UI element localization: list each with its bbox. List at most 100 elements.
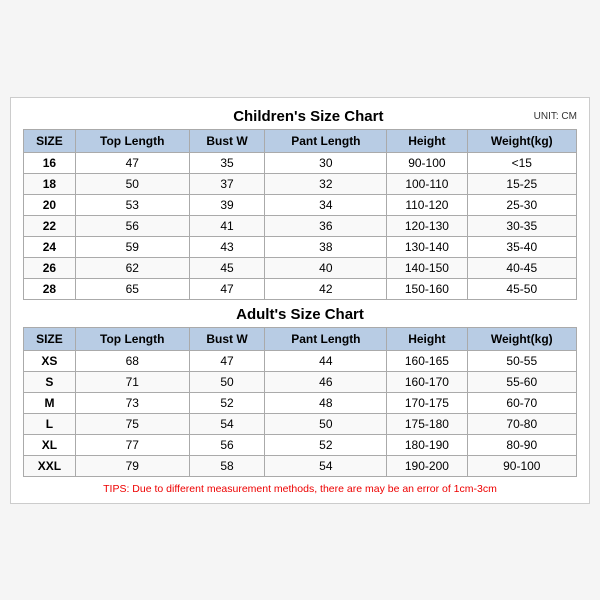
adults-col-pant-length: Pant Length: [265, 327, 387, 350]
table-row: 26624540140-15040-45: [24, 257, 577, 278]
table-cell: 40: [265, 257, 387, 278]
table-cell: 47: [189, 278, 265, 299]
table-cell: 48: [265, 392, 387, 413]
table-cell: 100-110: [387, 173, 467, 194]
table-cell: 140-150: [387, 257, 467, 278]
table-cell: 73: [75, 392, 189, 413]
table-cell: 36: [265, 215, 387, 236]
adults-col-size: SIZE: [24, 327, 76, 350]
table-cell: 55-60: [467, 371, 576, 392]
children-header-row: SIZE Top Length Bust W Pant Length Heigh…: [24, 129, 577, 152]
table-cell: 50: [75, 173, 189, 194]
table-row: 18503732100-11015-25: [24, 173, 577, 194]
adults-col-height: Height: [387, 327, 467, 350]
chart-container: Children's Size Chart UNIT: CM SIZE Top …: [10, 97, 590, 504]
children-title: Children's Size Chart: [83, 108, 534, 125]
table-cell: 71: [75, 371, 189, 392]
table-cell: 53: [75, 194, 189, 215]
adults-col-weight: Weight(kg): [467, 327, 576, 350]
table-cell: 46: [265, 371, 387, 392]
table-cell: L: [24, 413, 76, 434]
table-cell: 70-80: [467, 413, 576, 434]
table-cell: 75: [75, 413, 189, 434]
table-cell: 45-50: [467, 278, 576, 299]
table-cell: 40-45: [467, 257, 576, 278]
table-cell: 42: [265, 278, 387, 299]
table-cell: 58: [189, 455, 265, 476]
table-cell: 24: [24, 236, 76, 257]
table-cell: 37: [189, 173, 265, 194]
table-row: S715046160-17055-60: [24, 371, 577, 392]
table-cell: 54: [189, 413, 265, 434]
table-cell: 41: [189, 215, 265, 236]
table-cell: M: [24, 392, 76, 413]
table-cell: 52: [265, 434, 387, 455]
children-col-bust: Bust W: [189, 129, 265, 152]
table-cell: 35-40: [467, 236, 576, 257]
adults-table: SIZE Top Length Bust W Pant Length Heigh…: [23, 327, 577, 477]
children-col-weight: Weight(kg): [467, 129, 576, 152]
table-cell: XL: [24, 434, 76, 455]
table-cell: 45: [189, 257, 265, 278]
table-cell: <15: [467, 152, 576, 173]
table-cell: 47: [189, 350, 265, 371]
table-cell: 65: [75, 278, 189, 299]
table-cell: 25-30: [467, 194, 576, 215]
table-cell: 39: [189, 194, 265, 215]
table-row: XXL795854190-20090-100: [24, 455, 577, 476]
table-cell: 32: [265, 173, 387, 194]
table-cell: XXL: [24, 455, 76, 476]
children-col-top-length: Top Length: [75, 129, 189, 152]
table-cell: 79: [75, 455, 189, 476]
table-row: 22564136120-13030-35: [24, 215, 577, 236]
table-row: 24594338130-14035-40: [24, 236, 577, 257]
table-cell: 20: [24, 194, 76, 215]
table-cell: 110-120: [387, 194, 467, 215]
table-cell: 52: [189, 392, 265, 413]
table-cell: 62: [75, 257, 189, 278]
table-cell: 43: [189, 236, 265, 257]
children-col-size: SIZE: [24, 129, 76, 152]
table-row: L755450175-18070-80: [24, 413, 577, 434]
adults-col-bust: Bust W: [189, 327, 265, 350]
children-col-pant-length: Pant Length: [265, 129, 387, 152]
adults-title-row: Adult's Size Chart: [23, 306, 577, 323]
table-cell: 30-35: [467, 215, 576, 236]
table-cell: 38: [265, 236, 387, 257]
table-cell: 35: [189, 152, 265, 173]
table-cell: 22: [24, 215, 76, 236]
children-unit: UNIT: CM: [534, 111, 577, 122]
table-cell: 56: [189, 434, 265, 455]
adults-col-top-length: Top Length: [75, 327, 189, 350]
table-cell: 170-175: [387, 392, 467, 413]
table-cell: 150-160: [387, 278, 467, 299]
table-row: M735248170-17560-70: [24, 392, 577, 413]
table-cell: 130-140: [387, 236, 467, 257]
table-cell: XS: [24, 350, 76, 371]
table-cell: S: [24, 371, 76, 392]
table-cell: 80-90: [467, 434, 576, 455]
table-cell: 180-190: [387, 434, 467, 455]
table-cell: 28: [24, 278, 76, 299]
table-cell: 44: [265, 350, 387, 371]
children-table: SIZE Top Length Bust W Pant Length Heigh…: [23, 129, 577, 300]
table-row: 1647353090-100<15: [24, 152, 577, 173]
table-cell: 16: [24, 152, 76, 173]
table-row: 28654742150-16045-50: [24, 278, 577, 299]
table-cell: 34: [265, 194, 387, 215]
table-row: XS684744160-16550-55: [24, 350, 577, 371]
table-cell: 18: [24, 173, 76, 194]
tips-text: TIPS: Due to different measurement metho…: [23, 483, 577, 495]
table-cell: 90-100: [387, 152, 467, 173]
table-cell: 160-170: [387, 371, 467, 392]
children-title-row: Children's Size Chart UNIT: CM: [23, 108, 577, 125]
table-row: 20533934110-12025-30: [24, 194, 577, 215]
adults-title: Adult's Size Chart: [23, 306, 577, 323]
table-row: XL775652180-19080-90: [24, 434, 577, 455]
adults-header-row: SIZE Top Length Bust W Pant Length Heigh…: [24, 327, 577, 350]
table-cell: 26: [24, 257, 76, 278]
children-col-height: Height: [387, 129, 467, 152]
table-cell: 68: [75, 350, 189, 371]
table-cell: 54: [265, 455, 387, 476]
table-cell: 50: [189, 371, 265, 392]
